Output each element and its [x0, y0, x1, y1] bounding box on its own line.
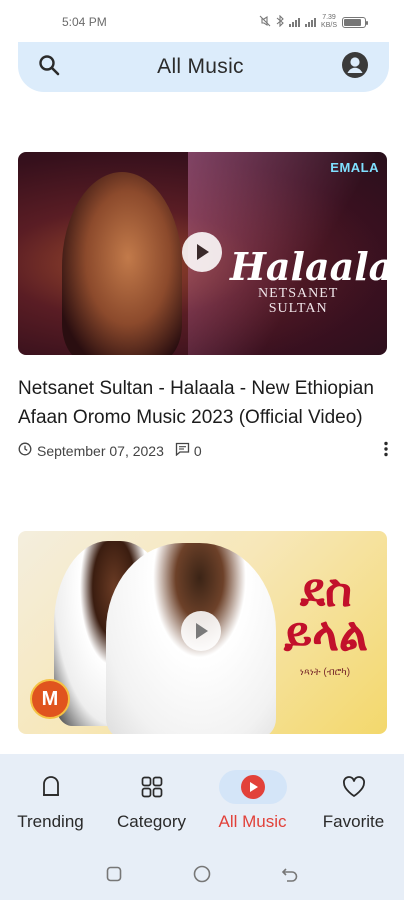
video-card[interactable]: EMALA Halaala NETSANET SULTAN Netsanet S… [18, 152, 389, 460]
play-icon [196, 623, 208, 639]
account-icon[interactable] [341, 51, 369, 84]
thumbnail-song-title: Halaala [230, 244, 387, 289]
circle-icon [193, 865, 211, 882]
nav-label: Trending [17, 812, 84, 831]
play-button[interactable] [182, 232, 222, 272]
nav-item-all-music[interactable]: All Music [203, 770, 303, 832]
recent-apps-button[interactable] [105, 865, 123, 888]
thumbnail-artist-name: NETSANET SULTAN [258, 286, 339, 316]
signal-4g-icon [305, 17, 317, 27]
search-bar: All Music [18, 42, 389, 92]
artist-figure [62, 172, 182, 355]
video-meta: September 07, 2023 0 [18, 441, 389, 460]
square-icon [106, 866, 121, 881]
play-icon [197, 244, 209, 260]
mute-icon [259, 15, 271, 29]
video-title[interactable]: Netsanet Sultan - Halaala - New Ethiopia… [18, 374, 387, 432]
brand-logo: EMALA [330, 160, 379, 175]
bottom-navigation: Trending Category All Music Favorite [0, 754, 404, 852]
nav-item-trending[interactable]: Trending [1, 770, 101, 832]
nav-label: Category [117, 812, 186, 831]
nav-item-favorite[interactable]: Favorite [304, 770, 404, 832]
signal-icon [289, 17, 301, 27]
page-title: All Music [157, 55, 244, 78]
video-thumbnail[interactable]: EMALA Halaala NETSANET SULTAN [18, 152, 387, 355]
back-icon [282, 867, 298, 882]
heart-icon [342, 776, 365, 797]
search-icon[interactable] [38, 54, 60, 81]
channel-logo: M [30, 679, 70, 719]
bluetooth-icon [276, 14, 284, 29]
category-icon [141, 776, 162, 798]
system-navigation-bar [0, 852, 404, 900]
status-bar: 5:04 PM 7.39 KB/S [0, 0, 404, 44]
active-indicator [218, 770, 287, 804]
thumbnail-song-title: ደስ ይላል [283, 564, 369, 660]
video-date: September 07, 2023 [37, 442, 164, 459]
thumbnail-artist-name: ነጻነት (ብሮካ) [299, 667, 351, 678]
play-button[interactable] [181, 611, 221, 651]
play-circle-icon [240, 775, 265, 799]
nav-label: All Music [218, 812, 287, 831]
battery-level [344, 18, 361, 26]
nav-label: Favorite [322, 812, 385, 831]
home-button[interactable] [192, 864, 212, 889]
trending-icon [42, 776, 59, 796]
back-button[interactable] [281, 865, 299, 888]
comment-icon [175, 442, 190, 459]
video-thumbnail[interactable]: ደስ ይላል ነጻነት (ብሮካ) M [18, 531, 387, 734]
video-card[interactable]: ደስ ይላል ነጻነት (ብሮካ) M [18, 531, 387, 734]
network-speed: 7.39 KB/S [321, 14, 337, 29]
comment-count: 0 [193, 442, 202, 459]
status-time: 5:04 PM [62, 15, 107, 29]
battery-icon [342, 16, 368, 28]
clock-icon [18, 442, 32, 459]
more-options-icon[interactable] [383, 441, 389, 460]
status-icons: 7.39 KB/S [259, 14, 368, 30]
nav-item-category[interactable]: Category [102, 770, 202, 832]
